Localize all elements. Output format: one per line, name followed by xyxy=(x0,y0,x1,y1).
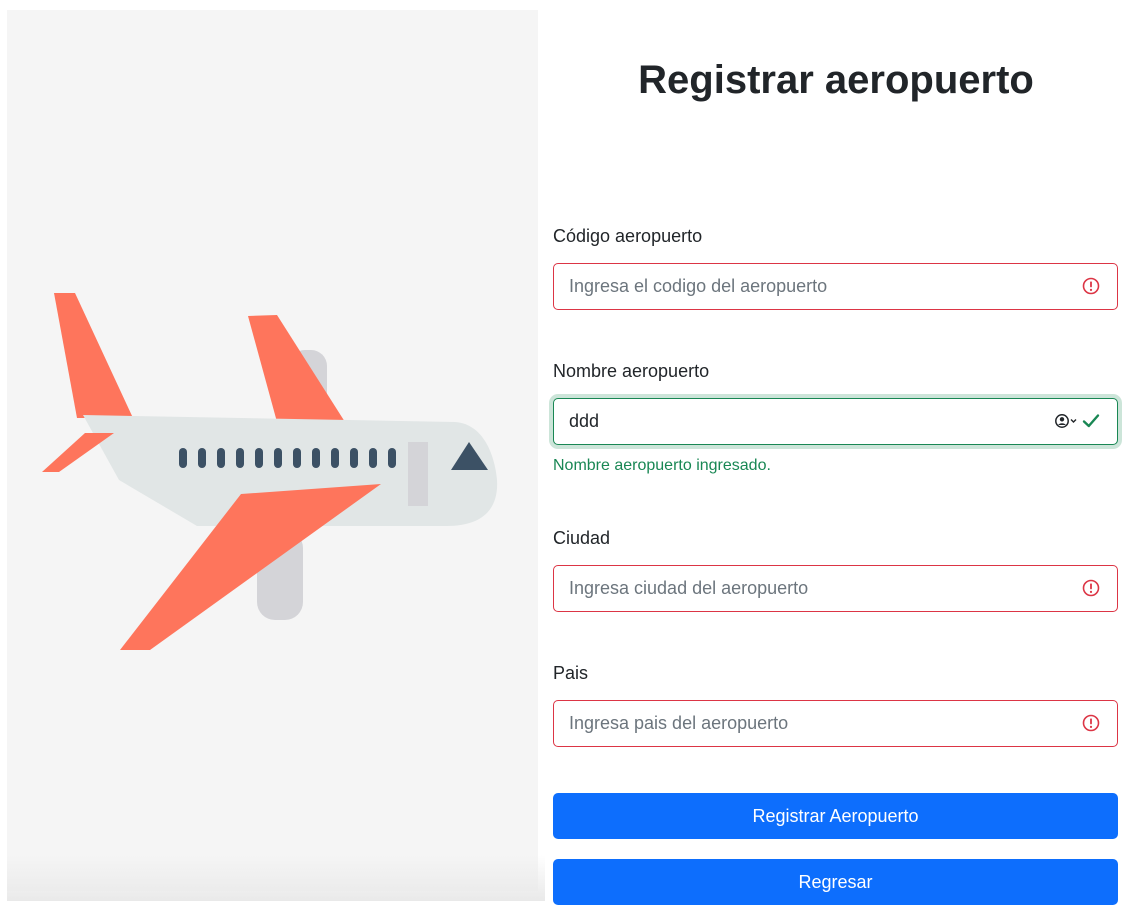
nombre-input-wrap xyxy=(553,398,1118,445)
exclamation-circle-icon xyxy=(1082,579,1100,597)
nombre-valid-feedback: Nombre aeropuerto ingresado. xyxy=(553,457,771,474)
registration-form-panel: Registrar aeropuerto Código aeropuerto N… xyxy=(538,0,1134,905)
codigo-field-group: Código aeropuerto xyxy=(553,225,1118,310)
check-icon xyxy=(1082,414,1100,428)
nombre-input[interactable] xyxy=(553,398,1118,445)
codigo-input[interactable] xyxy=(553,263,1118,310)
pais-input-wrap xyxy=(553,700,1118,747)
ciudad-field-group: Ciudad xyxy=(553,527,1118,612)
back-button[interactable]: Regresar xyxy=(553,859,1118,905)
ciudad-input[interactable] xyxy=(553,565,1118,612)
pais-field-group: Pais xyxy=(553,662,1118,747)
ciudad-input-wrap xyxy=(553,565,1118,612)
nombre-label: Nombre aeropuerto xyxy=(553,361,710,381)
exclamation-circle-icon xyxy=(1082,714,1100,732)
register-airport-button[interactable]: Registrar Aeropuerto xyxy=(553,793,1118,839)
airplane-illustration xyxy=(42,293,498,650)
pais-label: Pais xyxy=(553,663,589,683)
illustration-panel xyxy=(7,10,545,901)
codigo-input-wrap xyxy=(553,263,1118,310)
nombre-field-group: Nombre aeropuerto Nombre aeropuerto ingr… xyxy=(553,360,1118,474)
ciudad-label: Ciudad xyxy=(553,528,611,548)
page-title: Registrar aeropuerto xyxy=(638,58,1034,102)
contact-autofill-icon[interactable] xyxy=(1054,413,1080,429)
codigo-label: Código aeropuerto xyxy=(553,226,703,246)
exclamation-circle-icon xyxy=(1082,277,1100,295)
pais-input[interactable] xyxy=(553,700,1118,747)
panel-bottom-shadow xyxy=(7,855,545,901)
